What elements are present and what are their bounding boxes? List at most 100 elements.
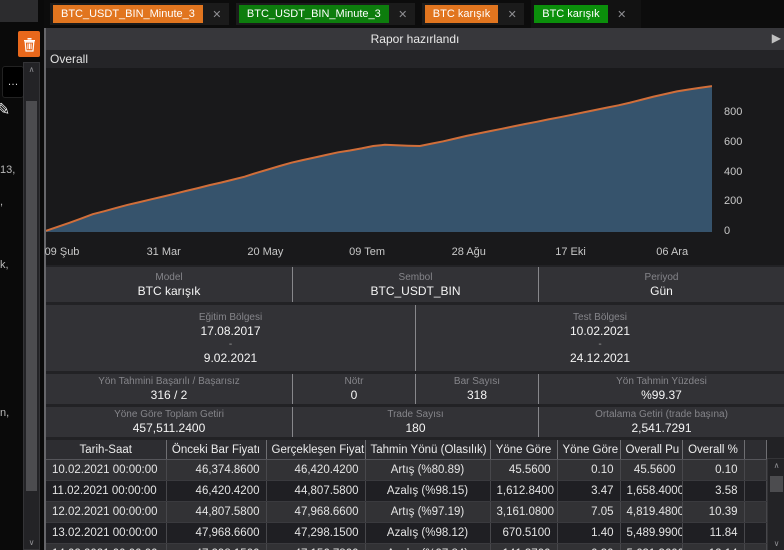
table-row[interactable]: 13.02.2021 00:00:0047,968.660047,298.150… (46, 523, 766, 544)
table-cell: Azalış (%98.12) (365, 523, 490, 544)
close-icon[interactable]: ✕ (613, 8, 631, 21)
table-cell: 44,807.5800 (266, 481, 365, 502)
info-row-returns: Yöne Göre Toplam Getiri 457,511.2400 Tra… (46, 407, 784, 437)
table-cell: 46,420.4200 (266, 460, 365, 481)
table-cell: 1,658.4000 (620, 481, 682, 502)
close-icon[interactable]: ✕ (503, 8, 521, 21)
scrollbar-thumb[interactable] (770, 476, 783, 492)
column-header[interactable]: Overall % (682, 440, 744, 460)
table-cell: 47,968.6600 (266, 502, 365, 523)
left-sidebar: … ✎ 13, , k, n, ∧ ∨ (0, 0, 44, 550)
table-header-row: Tarih-SaatÖnceki Bar FiyatıGerçekleşen F… (46, 440, 766, 460)
column-header[interactable]: Tahmin Yönü (Olasılık) (365, 440, 490, 460)
table-cell-filler (744, 523, 766, 544)
column-header[interactable]: Overall Pu (620, 440, 682, 460)
column-header[interactable]: Yöne Göre (557, 440, 620, 460)
table-cell: 47,298.1500 (166, 544, 266, 550)
edit-pencil-icon[interactable]: ✎ (0, 100, 10, 120)
sidebar-text-fragment: , (0, 196, 3, 208)
section-title: Overall (50, 52, 88, 66)
tab-label[interactable]: BTC_USDT_BIN_Minute_3 (239, 5, 389, 23)
sidebar-scrollbar[interactable]: ∧ ∨ (23, 62, 40, 550)
tab-bar: BTC_USDT_BIN_Minute_3 ✕ BTC_USDT_BIN_Min… (44, 0, 784, 28)
tab-btc-karisik-b-active[interactable]: BTC karışık ✕ (531, 0, 640, 28)
scroll-down-icon[interactable]: ∨ (24, 536, 39, 549)
info-row-model: Model BTC karışık Sembol BTC_USDT_BIN Pe… (46, 267, 784, 302)
tab-btc-usdt-bin-minute-3-b[interactable]: BTC_USDT_BIN_Minute_3 ✕ (236, 3, 415, 25)
table-cell-filler (744, 481, 766, 502)
table-cell: 47,968.6600 (166, 523, 266, 544)
table-cell: 5,489.9900 (620, 523, 682, 544)
table-cell: 47,298.1500 (266, 523, 365, 544)
trash-icon (23, 37, 36, 52)
table-cell-filler (744, 460, 766, 481)
table-row[interactable]: 14.02.2021 00:00:0047,298.150047,156.780… (46, 544, 766, 550)
table-cell: 11.02.2021 00:00:00 (46, 481, 166, 502)
status-message: Rapor hazırlandı (371, 32, 460, 46)
y-tick-label: 400 (724, 166, 764, 178)
expand-right-icon[interactable]: ▶ (772, 31, 781, 45)
sidebar-text-fragment: k, (0, 259, 9, 271)
sidebar-text-fragment: 13, (0, 164, 15, 176)
table-cell: 10.02.2021 00:00:00 (46, 460, 166, 481)
table-cell: 0.10 (557, 460, 620, 481)
table-cell: 13.02.2021 00:00:00 (46, 523, 166, 544)
test-range-cell: Test Bölgesi 10.02.2021 - 24.12.2021 (415, 305, 784, 371)
table-cell: 12.14 (682, 544, 744, 550)
x-tick-label: 20 May (247, 246, 283, 258)
scroll-down-icon[interactable]: ∨ (768, 537, 784, 550)
x-tick-label: 17 Eki (555, 246, 586, 258)
x-tick-label: 31 Mar (147, 246, 181, 258)
column-header-filler (744, 440, 766, 460)
table-cell: 141.3700 (490, 544, 557, 550)
table-row[interactable]: 10.02.2021 00:00:0046,374.860046,420.420… (46, 460, 766, 481)
tab-label[interactable]: BTC_USDT_BIN_Minute_3 (53, 5, 203, 23)
equity-curve-chart[interactable]: 0200400600800 09 Şub31 Mar20 May09 Tem28… (46, 68, 784, 265)
avg-return-cell: Ortalama Getiri (trade başına) 2,541.729… (538, 407, 784, 437)
table-row[interactable]: 11.02.2021 00:00:0046,420.420044,807.580… (46, 481, 766, 502)
y-tick-label: 800 (724, 106, 764, 118)
tab-label[interactable]: BTC karışık (534, 5, 607, 23)
area-chart-plot[interactable] (46, 70, 712, 234)
ellipsis-icon: … (8, 76, 19, 88)
table-cell: Azalış (%98.15) (365, 481, 490, 502)
table-cell: 10.39 (682, 502, 744, 523)
table-cell: 47,156.7800 (266, 544, 365, 550)
table-cell-filler (744, 544, 766, 550)
tab-btc-karisik-a[interactable]: BTC karışık ✕ (422, 3, 524, 25)
close-icon[interactable]: ✕ (208, 8, 226, 21)
table-cell: 0.10 (682, 460, 744, 481)
scroll-up-icon[interactable]: ∧ (24, 63, 39, 76)
tab-label[interactable]: BTC karışık (425, 5, 498, 23)
info-row-ranges: Eğitim Bölgesi 17.08.2017 - 9.02.2021 Te… (46, 305, 784, 371)
table-cell-filler (744, 502, 766, 523)
table-cell: 1.40 (557, 523, 620, 544)
trades-table: Tarih-SaatÖnceki Bar FiyatıGerçekleşen F… (46, 440, 767, 550)
table-cell: 3.58 (682, 481, 744, 502)
section-header: Overall (46, 50, 784, 68)
direction-success-cell: Yön Tahmini Başarılı / Başarısız 316 / 2 (46, 374, 292, 404)
table-cell: 46,374.8600 (166, 460, 266, 481)
model-cell: Model BTC karışık (46, 267, 292, 302)
column-header[interactable]: Önceki Bar Fiyatı (166, 440, 266, 460)
scrollbar-thumb[interactable] (26, 101, 37, 491)
delete-report-button[interactable] (18, 31, 40, 57)
scroll-up-icon[interactable]: ∧ (768, 459, 784, 472)
column-header[interactable]: Yöne Göre (490, 440, 557, 460)
column-header[interactable]: Gerçekleşen Fiyat (266, 440, 365, 460)
x-tick-label: 09 Şub (45, 246, 80, 258)
more-options-button[interactable]: … (2, 66, 24, 98)
total-return-cell: Yöne Göre Toplam Getiri 457,511.2400 (46, 407, 292, 437)
column-header[interactable]: Tarih-Saat (46, 440, 166, 460)
close-icon[interactable]: ✕ (394, 8, 412, 21)
table-cell: Artış (%97.19) (365, 502, 490, 523)
report-panel: Rapor hazırlandı ▶ Overall 0200400600800… (44, 28, 784, 550)
table-cell: 0.30 (557, 544, 620, 550)
tab-btc-usdt-bin-minute-3-a[interactable]: BTC_USDT_BIN_Minute_3 ✕ (50, 3, 229, 25)
y-tick-label: 200 (724, 195, 764, 207)
table-cell: 7.05 (557, 502, 620, 523)
table-row[interactable]: 12.02.2021 00:00:0044,807.580047,968.660… (46, 502, 766, 523)
symbol-cell: Sembol BTC_USDT_BIN (292, 267, 538, 302)
table-cell: 670.5100 (490, 523, 557, 544)
table-scrollbar[interactable]: ∧ ∨ (767, 458, 784, 550)
